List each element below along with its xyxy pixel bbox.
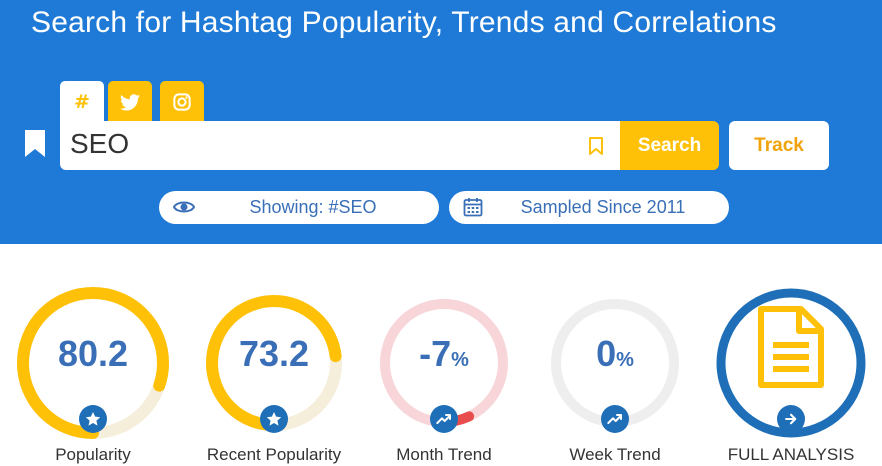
search-hero: Search for Hashtag Popularity, Trends an… xyxy=(0,0,882,244)
month-trend-number: -7 xyxy=(419,333,452,374)
arrow-right-icon xyxy=(777,405,805,433)
trend-icon xyxy=(430,405,458,433)
showing-pill: Showing: #SEO xyxy=(159,191,439,224)
recent-popularity-label: Recent Popularity xyxy=(206,445,342,464)
search-input-container[interactable]: SEO xyxy=(60,121,620,170)
month-trend-unit: % xyxy=(451,349,469,371)
star-icon xyxy=(79,405,107,433)
week-trend-number: 0 xyxy=(596,333,617,374)
track-button[interactable]: Track xyxy=(729,121,829,170)
popularity-value: 80.2 xyxy=(57,333,129,374)
week-trend-value: 0% xyxy=(537,333,693,375)
trend-icon xyxy=(601,405,629,433)
sampled-pill: Sampled Since 2011 xyxy=(449,191,729,224)
sampled-text: Sampled Since 2011 xyxy=(520,197,686,217)
page-title: Search for Hashtag Popularity, Trends an… xyxy=(31,6,777,39)
search-input[interactable]: SEO xyxy=(70,128,129,160)
full-analysis-link[interactable]: FULL ANALYSIS xyxy=(713,285,869,466)
popularity-label: Popularity xyxy=(55,445,131,464)
month-trend-value: -7% xyxy=(366,333,522,375)
recent-popularity-value: 73.2 xyxy=(238,333,310,374)
page: Search for Hashtag Popularity, Trends an… xyxy=(0,0,882,466)
star-icon xyxy=(260,405,288,433)
full-analysis-label: FULL ANALYSIS xyxy=(727,445,855,464)
twitter-icon xyxy=(120,93,140,110)
document-icon xyxy=(758,306,824,388)
bookmark-outline-icon[interactable] xyxy=(588,137,604,156)
tab-instagram[interactable] xyxy=(160,81,204,123)
tab-hashtag[interactable]: # xyxy=(60,81,104,123)
popularity-stat[interactable]: 80.2 Popularity xyxy=(15,285,171,466)
month-trend-label: Month Trend xyxy=(396,445,492,464)
saved-searches-bookmark-icon[interactable] xyxy=(24,130,46,158)
showing-text: Showing: #SEO xyxy=(249,197,377,217)
tab-twitter[interactable] xyxy=(108,81,152,123)
recent-popularity-stat[interactable]: 73.2 Recent Popularity xyxy=(196,285,352,466)
month-trend-stat[interactable]: -7% Month Trend xyxy=(366,285,522,466)
week-trend-unit: % xyxy=(616,349,634,371)
search-button[interactable]: Search xyxy=(620,121,719,170)
week-trend-label: Week Trend xyxy=(569,445,661,464)
week-trend-stat[interactable]: 0% Week Trend xyxy=(537,285,693,466)
hash-icon: # xyxy=(74,91,90,113)
instagram-icon xyxy=(173,93,191,111)
